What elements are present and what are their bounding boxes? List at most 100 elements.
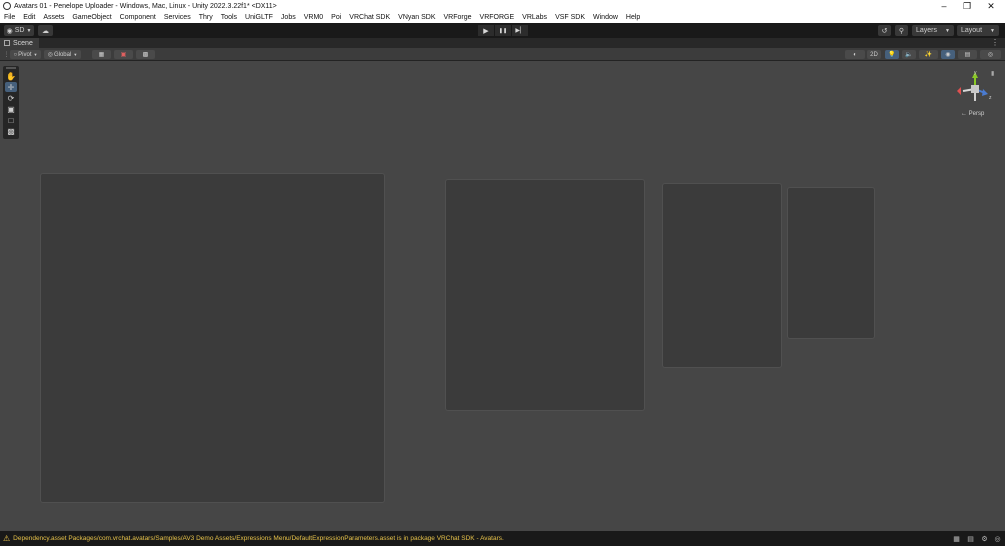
layout-dropdown[interactable]: Layout ▼ <box>957 25 999 36</box>
pause-button[interactable]: ❚❚ <box>495 25 511 36</box>
search-icon: ⚲ <box>898 27 905 35</box>
menu-vrlabs[interactable]: VRLabs <box>522 14 547 21</box>
account-label: SD <box>14 27 25 34</box>
menu-vrforge[interactable]: VRForge <box>444 14 472 21</box>
menu-jobs[interactable]: Jobs <box>281 14 296 21</box>
light-bulb-icon: 💡 <box>888 52 896 58</box>
menu-window[interactable]: Window <box>593 14 618 21</box>
gizmo-tools-dropdown[interactable]: ▩ <box>136 50 155 59</box>
unity-logo-icon <box>3 2 11 10</box>
chevron-down-icon: ▼ <box>945 27 950 34</box>
pause-icon: ❚❚ <box>498 27 508 34</box>
menu-gameobject[interactable]: GameObject <box>72 14 111 21</box>
window-titlebar: Avatars 01 - Penelope Uploader - Windows… <box>0 0 1005 12</box>
status-bar: ⚠ Dependency.asset Packages/com.vrchat.a… <box>0 531 1005 546</box>
status-message[interactable]: Dependency.asset Packages/com.vrchat.ava… <box>13 535 504 542</box>
menu-unigltf[interactable]: UniGLTF <box>245 14 273 21</box>
scale-tool-button[interactable]: ▣ <box>5 104 17 114</box>
menu-tools[interactable]: Tools <box>221 14 237 21</box>
orientation-gizmo[interactable]: y z <box>955 69 995 109</box>
tools-overlay: ✋ ✛ ⟳ ▣ □ ▩ <box>3 66 19 139</box>
move-tool-button[interactable]: ✛ <box>5 82 17 92</box>
menu-vsf-sdk[interactable]: VSF SDK <box>555 14 585 21</box>
menu-poi[interactable]: Poi <box>331 14 341 21</box>
shading-mode-dropdown[interactable]: ◐ <box>845 50 865 59</box>
grid-snap-dropdown[interactable]: ▦ <box>92 50 111 59</box>
toolbar-grip-icon: ⋮ <box>3 52 10 58</box>
camera-icon: ▤ <box>964 52 971 58</box>
tab-menu-button[interactable]: ⋮ <box>991 38 999 48</box>
menu-help[interactable]: Help <box>626 14 640 21</box>
rotate-tool-button[interactable]: ⟳ <box>5 93 17 103</box>
progress-icon[interactable]: ◎ <box>992 533 1003 544</box>
avatar-figure-1[interactable] <box>40 173 385 503</box>
chevron-down-icon: ▼ <box>33 52 38 57</box>
menu-vrchat-sdk[interactable]: VRChat SDK <box>349 14 390 21</box>
menu-thry[interactable]: Thry <box>199 14 213 21</box>
account-dropdown[interactable]: ◉ SD ▼ <box>4 25 34 36</box>
rect-tool-button[interactable]: □ <box>5 115 17 125</box>
chevron-down-icon: ▼ <box>73 52 78 57</box>
scale-icon: ▣ <box>7 104 15 114</box>
menu-component[interactable]: Component <box>120 14 156 21</box>
menu-vrforge-caps[interactable]: VRFORGE <box>480 14 515 21</box>
eye-icon: ◉ <box>945 52 951 58</box>
chevron-down-icon: ▼ <box>990 27 995 34</box>
global-dropdown[interactable]: ◎ Global ▼ <box>44 50 81 59</box>
tab-scene[interactable]: Scene <box>0 38 39 48</box>
step-button[interactable]: ▶▏ <box>512 25 528 36</box>
increment-snap-dropdown[interactable]: ▣ <box>114 50 133 59</box>
projection-toggle[interactable]: ← Persp <box>961 111 984 117</box>
console-icon[interactable]: ▤ <box>965 533 976 544</box>
cloud-icon: ☁ <box>42 27 49 35</box>
menu-vnyan-sdk[interactable]: VNyan SDK <box>398 14 435 21</box>
toggle-audio-button[interactable]: 🔈 <box>902 50 916 59</box>
pivot-dropdown[interactable]: ○ Pivot ▼ <box>10 50 41 59</box>
globe-icon: ◎ <box>987 52 994 58</box>
debug-icon[interactable]: ⚙ <box>979 533 990 544</box>
history-button[interactable]: ↺ <box>878 25 891 36</box>
scene-viewport[interactable]: ✋ ✛ ⟳ ▣ □ ▩ y z ▮ ← Persp <box>0 61 1005 531</box>
search-button[interactable]: ⚲ <box>895 25 908 36</box>
speaker-icon: 🔈 <box>905 52 913 58</box>
maximize-button[interactable]: ❐ <box>955 0 979 12</box>
camera-dropdown[interactable]: ▤ <box>958 50 977 59</box>
sphere-icon: ◐ <box>853 51 857 58</box>
toggle-2d-button[interactable]: 2D <box>867 50 881 59</box>
effects-dropdown[interactable]: ✨ <box>919 50 938 59</box>
avatar-figure-4[interactable] <box>787 187 875 339</box>
gizmos-dropdown[interactable]: ◎ <box>980 50 1001 59</box>
overlay-grip[interactable] <box>6 67 16 69</box>
avatar-figure-3[interactable] <box>662 183 782 368</box>
cloud-button[interactable]: ☁ <box>38 25 53 36</box>
scene-toolbar: ⋮ ○ Pivot ▼ ◎ Global ▼ ▦ ▣ ▩ ◐ 2D 💡 🔈 ✨ … <box>0 48 1005 61</box>
toggle-lighting-button[interactable]: 💡 <box>885 50 899 59</box>
hand-tool-button[interactable]: ✋ <box>5 71 17 81</box>
step-icon: ▶▏ <box>515 28 525 34</box>
menu-assets[interactable]: Assets <box>43 14 64 21</box>
avatar-figure-2[interactable] <box>445 179 645 411</box>
transform-icon: ▩ <box>7 126 15 136</box>
minimize-button[interactable]: – <box>932 0 956 12</box>
pivot-icon: ○ <box>13 51 18 58</box>
menu-file[interactable]: File <box>4 14 15 21</box>
play-button[interactable]: ▶ <box>478 25 494 36</box>
snap-icon: ▣ <box>120 52 127 58</box>
close-button[interactable]: ✕ <box>979 0 1003 12</box>
lock-icon[interactable]: ▮ <box>991 70 994 77</box>
global-icon: ◎ <box>47 52 53 58</box>
transform-tool-button[interactable]: ▩ <box>5 126 17 136</box>
layers-dropdown[interactable]: Layers ▼ <box>912 25 954 36</box>
sync-status-icon[interactable]: ▦ <box>951 533 962 544</box>
hidden-objects-toggle[interactable]: ◉ <box>941 50 955 59</box>
effects-icon: ✨ <box>924 52 933 58</box>
warning-icon: ⚠ <box>3 534 11 543</box>
axis-z-label: z <box>989 95 992 101</box>
layout-label: Layout <box>961 27 983 34</box>
menu-services[interactable]: Services <box>164 14 191 21</box>
hand-icon: ✋ <box>6 71 16 81</box>
menu-bar: File Edit Assets GameObject Component Se… <box>0 12 1005 23</box>
menu-edit[interactable]: Edit <box>23 14 35 21</box>
menu-vrm0[interactable]: VRM0 <box>304 14 323 21</box>
grid-plane-icon: ▩ <box>142 52 149 58</box>
